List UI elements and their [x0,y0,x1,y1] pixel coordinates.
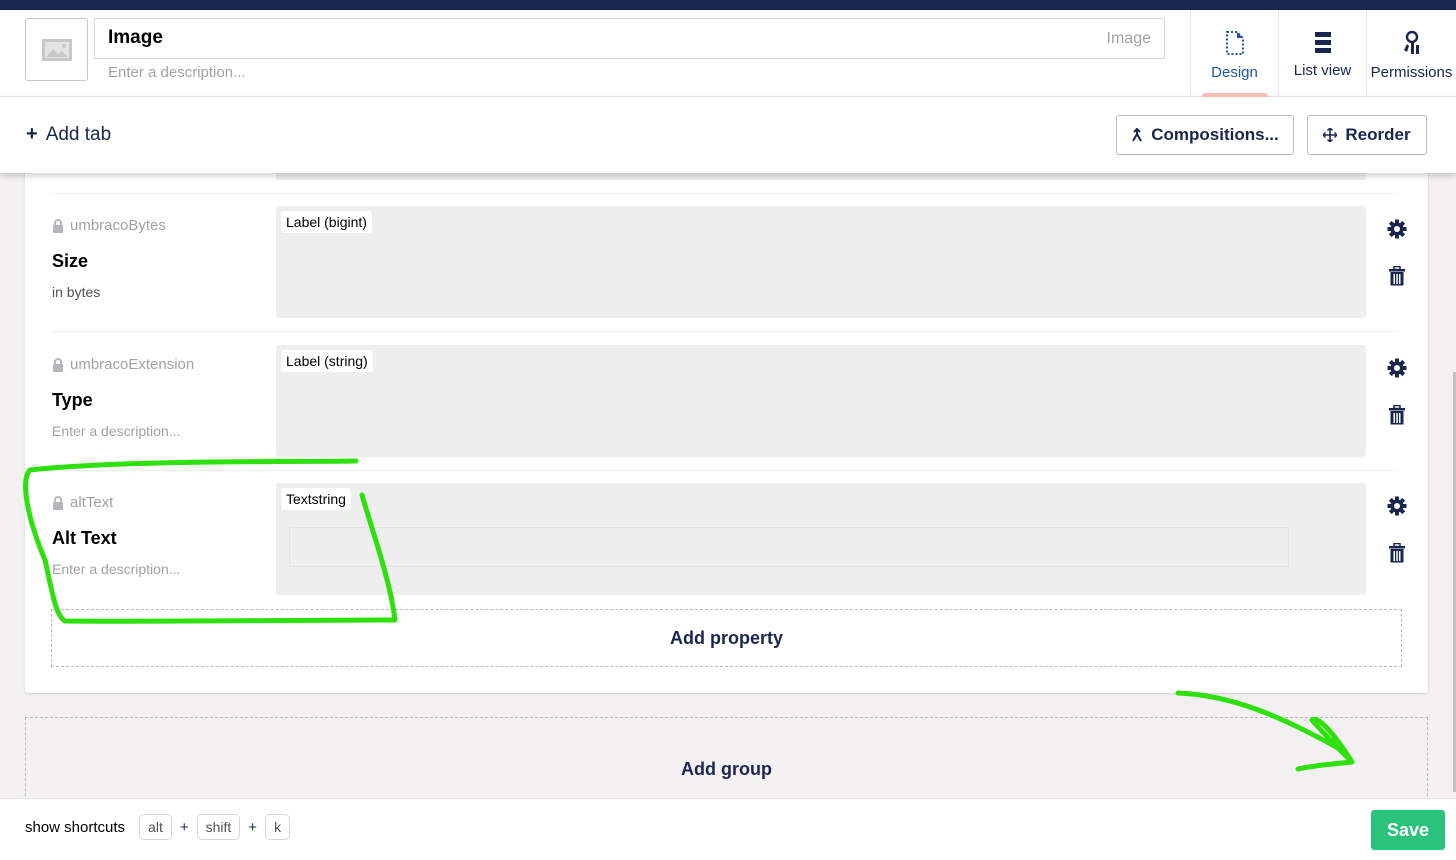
key-alt: alt [139,814,172,840]
property-alias: altText [52,494,113,511]
settings-gear-icon[interactable] [1387,496,1407,521]
tab-design-label: Design [1211,64,1258,81]
add-property-button[interactable]: Add property [51,609,1402,667]
tab-list-view-label: List view [1293,62,1352,79]
merge-icon [1132,128,1143,142]
key-shift: shift [196,814,241,840]
property-actions [1385,219,1409,291]
reorder-label: Reorder [1345,125,1411,144]
property-description[interactable]: in bytes [52,284,100,300]
name-value: Image [108,27,163,48]
key-k: k [265,814,291,840]
lock-icon [53,495,63,510]
shortcuts-hint[interactable]: show shortcuts alt + shift + k [25,814,291,840]
property-editor-preview[interactable]: Textstring [276,483,1366,595]
move-icon [1323,128,1338,142]
tab-toolbar: + Add tab Compositions... Reorder [0,97,1456,173]
footer-bar: show shortcuts alt + shift + k Save [0,798,1456,860]
divider [52,331,1398,332]
property-actions [1385,496,1409,568]
list-icon [1314,32,1331,53]
shortcuts-label: show shortcuts [25,818,126,836]
plus-sign: + [179,818,189,836]
divider [52,470,1398,471]
editor-name-tag: Label (bigint) [281,211,372,233]
compositions-label: Compositions... [1151,125,1279,144]
property-group: umbracoBytes Size in bytes Label (bigint… [25,150,1428,693]
keys-icon [1403,30,1419,54]
property-editor-preview[interactable]: Label (bigint) [276,206,1366,318]
divider [52,193,1398,194]
content-type-icon-picker[interactable] [25,18,88,81]
tab-design[interactable]: Design [1190,10,1278,97]
content-type-header: Image Image Enter a description... Desig… [0,10,1456,97]
lock-icon [53,218,63,233]
property-label[interactable]: Alt Text [52,528,117,549]
top-bar [0,0,1456,10]
property-description[interactable]: Enter a description... [52,423,180,439]
lock-icon [53,357,63,372]
property-alias-text: umbracoBytes [70,217,166,234]
property-alias-text: altText [70,494,114,511]
property-label[interactable]: Size [52,251,88,272]
editor-name-tag: Label (string) [281,350,373,372]
tab-permissions[interactable]: Permissions [1366,10,1456,97]
delete-trash-icon[interactable] [1389,404,1405,430]
plus-icon: + [26,123,38,145]
delete-trash-icon[interactable] [1389,265,1405,291]
editor-name-tag: Textstring [281,488,351,510]
app-tabs: Design List view Permissions [1190,10,1456,97]
property-actions [1385,358,1409,430]
property-row[interactable]: umbracoBytes Size in bytes Label (bigint… [25,206,1428,331]
description-input[interactable]: Enter a description... [108,64,246,81]
property-description[interactable]: Enter a description... [52,561,180,577]
delete-trash-icon[interactable] [1389,542,1405,568]
settings-gear-icon[interactable] [1387,219,1407,244]
add-tab-label: Add tab [45,123,112,145]
property-row[interactable]: umbracoExtension Type Enter a descriptio… [25,345,1428,470]
alias-field[interactable]: Image [1107,30,1151,48]
property-alias: umbracoBytes [52,217,166,234]
property-editor-preview[interactable]: Label (string) [276,345,1366,457]
property-row[interactable]: altText Alt Text Enter a description... … [25,483,1428,608]
tab-list-view[interactable]: List view [1278,10,1366,97]
reorder-button[interactable]: Reorder [1307,115,1427,155]
plus-sign: + [248,818,258,836]
add-tab-button[interactable]: + Add tab [26,123,111,146]
compositions-button[interactable]: Compositions... [1116,115,1294,155]
property-alias: umbracoExtension [52,356,194,373]
picture-icon [41,38,72,61]
document-dashed-icon [1225,31,1244,55]
tab-permissions-label: Permissions [1370,64,1453,81]
textstring-preview-field [289,527,1289,567]
name-input[interactable]: Image Image [94,18,1165,59]
property-alias-text: umbracoExtension [70,356,195,373]
save-button[interactable]: Save [1371,810,1445,850]
settings-gear-icon[interactable] [1387,358,1407,383]
property-label[interactable]: Type [52,390,93,411]
